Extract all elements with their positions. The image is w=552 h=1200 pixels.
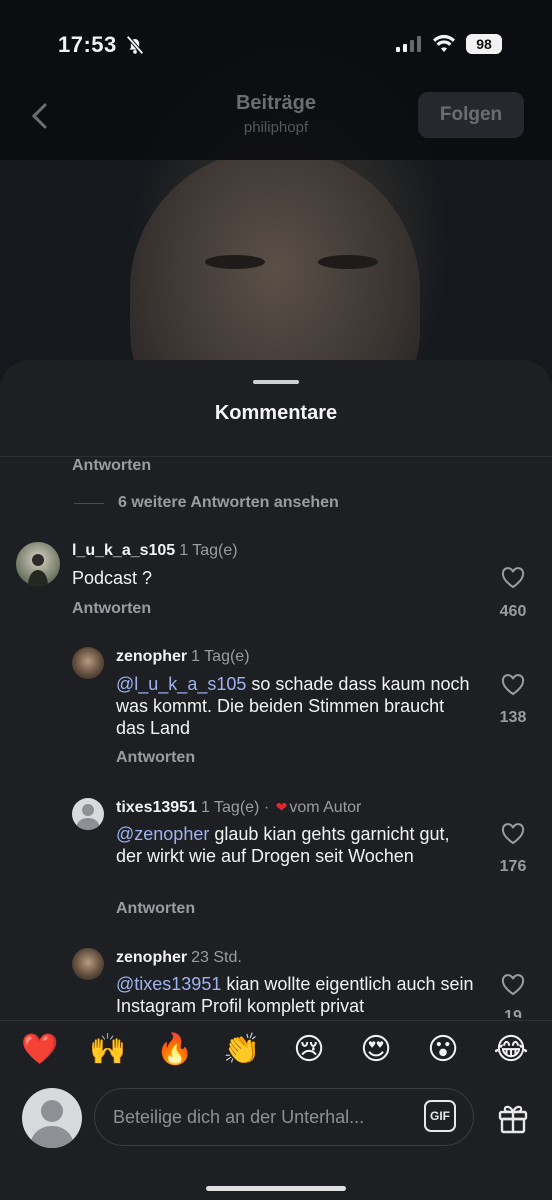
emoji-button[interactable]: 😢 [287, 1033, 331, 1067]
emoji-button[interactable]: ❤️ [18, 1033, 62, 1067]
comment-text: Podcast ? [72, 567, 472, 589]
reply-button[interactable]: Antworten [72, 457, 151, 475]
divider [74, 502, 104, 504]
separator-dot: · [263, 799, 274, 816]
comment-input[interactable]: Beteilige dich an der Unterhal... [94, 1088, 474, 1146]
gift-icon[interactable] [496, 1100, 530, 1134]
photo-detail [318, 255, 378, 269]
top-nav: Beiträge philiphopf Folgen [0, 86, 552, 146]
like-count: 19 [504, 1008, 522, 1018]
cellular-signal-icon [396, 36, 421, 52]
emoji-button[interactable]: 😍 [354, 1033, 398, 1067]
status-time: 17:53 [58, 32, 117, 57]
mention-link[interactable]: @tixes13951 [116, 974, 221, 994]
reply-button[interactable]: Antworten [116, 900, 195, 918]
photo-detail [205, 255, 265, 269]
home-indicator [206, 1186, 346, 1191]
sheet-title: Kommentare [214, 402, 338, 424]
heart-filled-icon: ❤ [275, 799, 288, 815]
comment-username[interactable]: tixes13951 1 Tag(e) · ❤ vom Autor [116, 799, 361, 817]
mention-link[interactable]: @l_u_k_a_s105 [116, 674, 246, 694]
default-avatar-icon [76, 804, 100, 830]
like-count: 460 [499, 603, 527, 620]
username-text[interactable]: tixes13951 [116, 799, 197, 816]
comment-age: 1 Tag(e) [191, 648, 250, 665]
wifi-icon [433, 34, 455, 52]
heart-outline-icon[interactable] [501, 823, 525, 845]
emoji-quick-bar: ❤️ 🙌 🔥 👏 😢 😍 😮 😂 [0, 1020, 552, 1082]
bell-off-icon [126, 35, 144, 55]
comment-age: 1 Tag(e) [200, 799, 260, 816]
heart-outline-icon[interactable] [501, 567, 525, 589]
reply-button[interactable]: Antworten [116, 749, 195, 767]
comment-text: @l_u_k_a_s105 so schade dass kaum noch w… [116, 673, 476, 739]
comment-composer: Beteilige dich an der Unterhal... GIF [0, 1082, 552, 1200]
username-text[interactable]: zenopher [116, 949, 187, 966]
emoji-button[interactable]: 👏 [220, 1033, 264, 1067]
username-text[interactable]: l_u_k_a_s105 [72, 542, 175, 559]
emoji-button[interactable]: 😮 [421, 1033, 465, 1067]
gif-icon[interactable]: GIF [424, 1100, 456, 1132]
username-text[interactable]: zenopher [116, 648, 187, 665]
status-bar: 17:53 98 [0, 0, 552, 90]
follow-button[interactable]: Folgen [418, 92, 524, 138]
heart-outline-icon[interactable] [501, 674, 525, 696]
emoji-button[interactable]: 🙌 [86, 1033, 130, 1067]
sheet-drag-handle[interactable] [253, 380, 299, 384]
comment-username[interactable]: l_u_k_a_s105 1 Tag(e) [72, 542, 238, 560]
more-replies-label: 6 weitere Antworten ansehen [118, 494, 339, 511]
avatar-person-icon [28, 554, 48, 586]
comment-username[interactable]: zenopher 23 Std. [116, 949, 242, 967]
heart-outline-icon[interactable] [501, 974, 525, 996]
liked-by-author: vom Autor [289, 799, 362, 816]
battery-indicator: 98 [466, 34, 502, 54]
avatar[interactable] [72, 798, 104, 830]
comment-age: 1 Tag(e) [179, 542, 238, 559]
reply-button[interactable]: Antworten [72, 600, 151, 618]
comment-text: @tixes13951 kian wollte eigentlich auch … [116, 973, 476, 1017]
default-avatar-icon [30, 1100, 74, 1148]
avatar [22, 1088, 82, 1148]
avatar[interactable] [72, 948, 104, 980]
comment-age: 23 Std. [191, 949, 242, 966]
comment-text: @zenopher glaub kian gehts garnicht gut,… [116, 823, 476, 867]
avatar[interactable] [16, 542, 60, 586]
comment-username[interactable]: zenopher 1 Tag(e) [116, 648, 250, 666]
emoji-button[interactable]: 😂 [489, 1033, 533, 1067]
avatar[interactable] [72, 647, 104, 679]
view-more-replies[interactable]: 6 weitere Antworten ansehen [74, 494, 339, 512]
mention-link[interactable]: @zenopher [116, 824, 209, 844]
like-count: 176 [499, 858, 527, 875]
like-count: 138 [499, 709, 527, 726]
comments-list[interactable]: Antworten 6 weitere Antworten ansehen l_… [0, 457, 552, 1018]
comment-body: Podcast ? [72, 568, 153, 588]
emoji-button[interactable]: 🔥 [153, 1033, 197, 1067]
